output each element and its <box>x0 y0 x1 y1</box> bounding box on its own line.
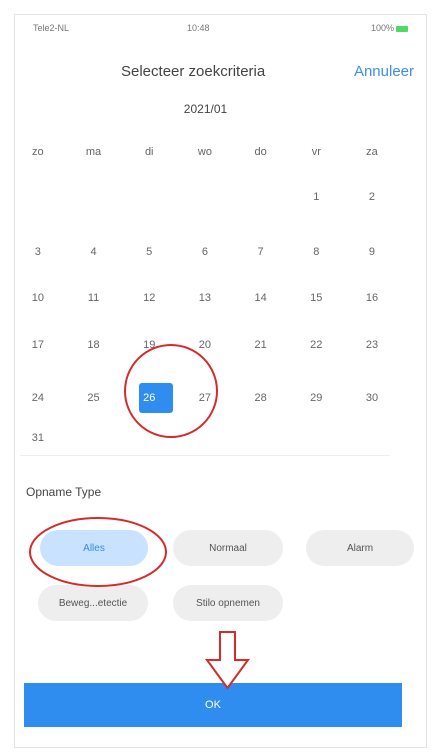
calendar-day <box>121 185 177 209</box>
calendar-day[interactable]: 30 <box>344 386 400 410</box>
calendar-day <box>10 185 66 209</box>
calendar-day-selected[interactable]: 26 <box>121 386 177 410</box>
recording-type-title: Opname Type <box>26 485 102 499</box>
calendar-day[interactable]: 6 <box>177 240 233 264</box>
battery-label: 100% <box>370 23 394 33</box>
calendar-day[interactable]: 25 <box>66 386 122 410</box>
calendar-day <box>66 185 122 209</box>
calendar-day[interactable]: 31 <box>10 426 66 450</box>
calendar-day[interactable]: 22 <box>288 333 344 357</box>
calendar-day[interactable]: 21 <box>233 333 289 357</box>
calendar-day[interactable]: 23 <box>344 333 400 357</box>
clock: 10:48 <box>187 23 210 33</box>
calendar-day[interactable]: 8 <box>288 240 344 264</box>
calendar-day[interactable]: 20 <box>177 333 233 357</box>
calendar-week: 1 2 <box>10 185 400 209</box>
calendar-day[interactable]: 9 <box>344 240 400 264</box>
calendar-day[interactable]: 29 <box>288 386 344 410</box>
calendar-day[interactable]: 7 <box>233 240 289 264</box>
weekday-header: zo ma di wo do vr za <box>10 140 400 164</box>
cancel-button[interactable]: Annuleer <box>354 63 414 80</box>
status-bar: Tele2-NL 10:48 100% <box>15 15 426 39</box>
carrier-label: Tele2-NL <box>33 23 70 33</box>
type-option-motion-detection[interactable]: Beweg...etectie <box>38 585 148 621</box>
calendar-day <box>233 185 289 209</box>
calendar-week: 10 11 12 13 14 15 16 <box>10 286 400 310</box>
calendar-day <box>66 426 122 450</box>
type-option-normal[interactable]: Normaal <box>173 530 283 566</box>
weekday-label: di <box>144 146 154 158</box>
type-option-alarm[interactable]: Alarm <box>306 530 414 566</box>
calendar-day <box>177 426 233 450</box>
calendar-day <box>288 426 344 450</box>
weekday-label: wo <box>197 146 212 158</box>
calendar-day[interactable]: 27 <box>177 386 233 410</box>
calendar-day[interactable]: 19 <box>121 333 177 357</box>
weekday-label: vr <box>311 146 321 158</box>
calendar-day[interactable]: 4 <box>66 240 122 264</box>
weekday-label: zo <box>32 146 44 158</box>
calendar-day <box>121 426 177 450</box>
calendar-week: 3 4 5 6 7 8 9 <box>10 240 400 264</box>
calendar-day[interactable]: 2 <box>344 185 400 209</box>
calendar-day[interactable]: 10 <box>10 286 66 310</box>
calendar-day[interactable]: 11 <box>66 286 122 310</box>
calendar-day[interactable]: 17 <box>10 333 66 357</box>
calendar-day[interactable]: 12 <box>121 286 177 310</box>
modal-title: Selecteer zoekcriteria <box>121 63 266 80</box>
calendar-week: 17 18 19 20 21 22 23 <box>10 333 400 357</box>
calendar-day[interactable]: 5 <box>121 240 177 264</box>
calendar-day[interactable]: 14 <box>233 286 289 310</box>
section-divider <box>20 455 390 456</box>
battery-indicator: 100% <box>371 23 408 33</box>
calendar-day[interactable]: 13 <box>177 286 233 310</box>
type-option-silent-recording[interactable]: Stilo opnemen <box>173 585 283 621</box>
calendar-day <box>233 426 289 450</box>
calendar-day <box>177 185 233 209</box>
calendar-day[interactable]: 3 <box>10 240 66 264</box>
phone-screen: Tele2-NL 10:48 100% Selecteer zoekcriter… <box>14 14 427 748</box>
calendar-day <box>344 426 400 450</box>
calendar-day[interactable]: 18 <box>66 333 122 357</box>
calendar-day[interactable]: 1 <box>288 185 344 209</box>
calendar-day[interactable]: 15 <box>288 286 344 310</box>
weekday-label: ma <box>85 146 102 158</box>
calendar-day[interactable]: 28 <box>233 386 289 410</box>
calendar-week: 24 25 26 27 28 29 30 <box>10 386 400 410</box>
battery-icon <box>396 25 408 32</box>
calendar-day[interactable]: 24 <box>10 386 66 410</box>
weekday-label: za <box>366 146 378 158</box>
modal-header: Selecteer zoekcriteria Annuleer <box>15 55 426 89</box>
type-option-all[interactable]: Alles <box>40 530 148 566</box>
month-label: 2021/01 <box>183 102 228 116</box>
weekday-label: do <box>254 146 267 158</box>
calendar-week: 31 <box>10 426 400 450</box>
ok-button[interactable]: OK <box>24 683 402 727</box>
calendar-day[interactable]: 16 <box>344 286 400 310</box>
